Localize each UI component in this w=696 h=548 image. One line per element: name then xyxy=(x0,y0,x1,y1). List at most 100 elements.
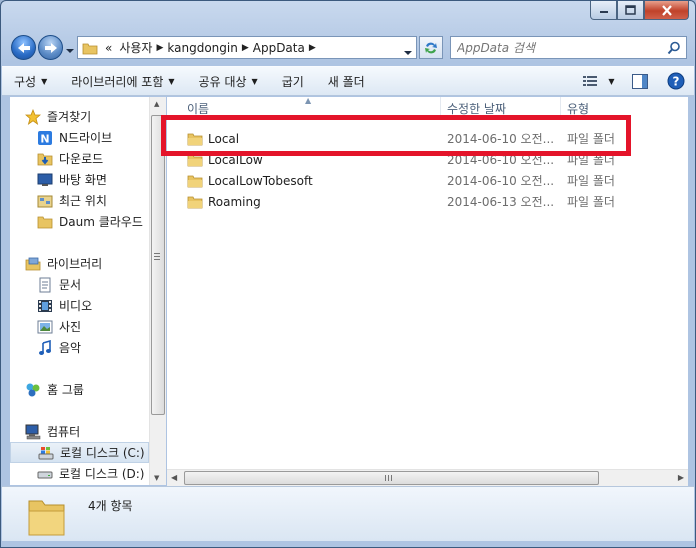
chevron-down-icon: ▼ xyxy=(608,76,615,86)
address-row: « 사용자 ▶ kangdongin ▶ AppData ▶ xyxy=(9,35,687,61)
star-icon xyxy=(25,108,41,125)
organize-menu[interactable]: 구성 ▼ xyxy=(2,67,59,95)
nav-item-label: 음악 xyxy=(59,341,82,355)
file-type: 파일 폴더 xyxy=(567,195,615,209)
close-button[interactable] xyxy=(644,1,689,20)
close-icon xyxy=(661,4,672,16)
nav-item-music[interactable]: 음악 xyxy=(37,337,149,358)
drive-icon xyxy=(37,466,53,482)
chevron-down-icon: ▼ xyxy=(251,76,258,86)
nav-homegroup-label: 홈 그룹 xyxy=(47,383,84,397)
file-list-horizontal-scrollbar[interactable]: ◀ ▶ xyxy=(167,469,688,486)
nav-homegroup[interactable]: 홈 그룹 xyxy=(25,379,149,400)
nav-item-downloads[interactable]: 다운로드 xyxy=(37,148,149,169)
nav-item-label: 바탕 화면 xyxy=(59,173,107,187)
navigation-pane: 즐겨찾기 N N드라이브 다운로드 바탕 화면 최근 위치 Daum 클라우드 … xyxy=(10,97,149,485)
scroll-grip-icon xyxy=(385,475,392,481)
nav-item-label: 최근 위치 xyxy=(59,194,107,208)
preview-pane-icon xyxy=(632,73,648,89)
refresh-button[interactable] xyxy=(419,36,443,59)
svg-text:?: ? xyxy=(673,75,680,89)
explorer-window: « 사용자 ▶ kangdongin ▶ AppData ▶ 구성 ▼ xyxy=(0,0,696,548)
libraries-icon xyxy=(25,256,41,272)
nav-item-daum-cloud[interactable]: Daum 클라우드 xyxy=(37,211,149,232)
file-date: 2014-06-13 오전... xyxy=(447,195,555,209)
scroll-grip-icon xyxy=(154,253,160,260)
file-name: Roaming xyxy=(208,194,261,209)
scroll-right-icon[interactable]: ▶ xyxy=(678,473,684,482)
pictures-icon xyxy=(37,319,53,335)
nav-item-recent[interactable]: 최근 위치 xyxy=(37,190,149,211)
chevron-down-icon: ▼ xyxy=(41,76,48,86)
maximize-button[interactable] xyxy=(617,1,644,20)
nav-favorites[interactable]: 즐겨찾기 xyxy=(25,106,149,127)
recent-places-icon xyxy=(37,193,53,209)
nav-item-pictures[interactable]: 사진 xyxy=(37,316,149,337)
magnifier-icon[interactable] xyxy=(667,41,681,58)
nav-item-desktop[interactable]: 바탕 화면 xyxy=(37,169,149,190)
file-row-roaming[interactable]: Roaming 2014-06-13 오전... 파일 폴더 xyxy=(181,191,681,212)
chevron-down-icon xyxy=(404,51,412,55)
breadcrumb-separator-icon[interactable]: ▶ xyxy=(242,43,249,53)
sort-ascending-icon: ▲ xyxy=(305,96,312,105)
include-library-label: 라이브러리에 포함 xyxy=(71,74,164,89)
nav-favorites-label: 즐겨찾기 xyxy=(47,110,92,124)
new-folder-button[interactable]: 새 폴더 xyxy=(316,67,377,95)
nav-item-documents[interactable]: 문서 xyxy=(37,274,149,295)
nav-item-ndrive[interactable]: N N드라이브 xyxy=(37,127,149,148)
column-header-type-label: 유형 xyxy=(567,101,590,116)
breadcrumb-segment-appdata[interactable]: AppData xyxy=(253,41,305,55)
include-library-menu[interactable]: 라이브러리에 포함 ▼ xyxy=(59,67,186,95)
caption-buttons xyxy=(590,1,689,20)
svg-text:N: N xyxy=(40,132,49,145)
folder-icon xyxy=(187,194,207,210)
breadcrumb-separator-icon[interactable]: ▶ xyxy=(156,43,163,53)
scrollbar-thumb[interactable] xyxy=(151,115,165,415)
address-bar[interactable]: « 사용자 ▶ kangdongin ▶ AppData ▶ xyxy=(77,36,417,59)
help-icon: ? xyxy=(667,72,685,90)
command-bar: 구성 ▼ 라이브러리에 포함 ▼ 공유 대상 ▼ 굽기 새 폴더 ▼ ? xyxy=(2,66,694,96)
preview-pane-button[interactable] xyxy=(622,67,658,95)
scroll-up-icon[interactable]: ▲ xyxy=(154,100,159,108)
nav-computer-label: 컴퓨터 xyxy=(47,425,81,439)
back-button[interactable] xyxy=(11,35,36,60)
details-view-icon xyxy=(583,76,598,86)
search-input[interactable] xyxy=(457,40,657,55)
burn-label: 굽기 xyxy=(281,74,304,89)
help-button[interactable]: ? xyxy=(658,67,694,95)
details-pane: 4개 항목 xyxy=(2,486,694,541)
burn-button[interactable]: 굽기 xyxy=(270,67,316,95)
file-row-locallowtobesoft[interactable]: LocalLowTobesoft 2014-06-10 오전... 파일 폴더 xyxy=(181,170,681,191)
scroll-down-icon[interactable]: ▼ xyxy=(154,474,159,482)
minimize-button[interactable] xyxy=(590,1,617,20)
breadcrumb-segment-users[interactable]: 사용자 xyxy=(119,39,152,56)
view-options-button[interactable]: ▼ xyxy=(576,67,622,95)
breadcrumb-segment-user[interactable]: kangdongin xyxy=(167,41,237,55)
address-overflow[interactable]: « xyxy=(105,41,112,55)
forward-button[interactable] xyxy=(38,35,63,60)
nav-item-drive-c[interactable]: 로컬 디스크 (C:) xyxy=(10,442,149,463)
nav-item-label: Daum 클라우드 xyxy=(59,215,143,229)
organize-label: 구성 xyxy=(14,74,37,89)
nav-item-drive-d[interactable]: 로컬 디스크 (D:) xyxy=(37,463,149,484)
breadcrumb-separator-icon[interactable]: ▶ xyxy=(309,43,316,53)
scroll-left-icon[interactable]: ◀ xyxy=(171,473,177,482)
nav-item-label: 로컬 디스크 (C:) xyxy=(60,446,145,460)
documents-icon xyxy=(37,277,53,293)
nav-libraries[interactable]: 라이브러리 xyxy=(25,253,149,274)
nav-computer[interactable]: 컴퓨터 xyxy=(25,421,149,442)
nav-item-label: 비디오 xyxy=(59,299,93,313)
folder-icon xyxy=(82,43,98,54)
homegroup-icon xyxy=(25,382,41,398)
search-box[interactable] xyxy=(450,36,687,59)
nav-item-label: N드라이브 xyxy=(59,131,113,145)
system-drive-icon xyxy=(38,445,54,461)
nav-item-videos[interactable]: 비디오 xyxy=(37,295,149,316)
recent-pages-dropdown[interactable] xyxy=(66,43,74,57)
nav-item-label: 사진 xyxy=(59,320,82,334)
address-dropdown[interactable] xyxy=(404,45,412,59)
column-header-date-label: 수정한 날짜 xyxy=(447,101,507,116)
file-date: 2014-06-10 오전... xyxy=(447,174,555,188)
toolbar-right: ▼ ? xyxy=(576,67,694,95)
share-with-menu[interactable]: 공유 대상 ▼ xyxy=(187,67,270,95)
